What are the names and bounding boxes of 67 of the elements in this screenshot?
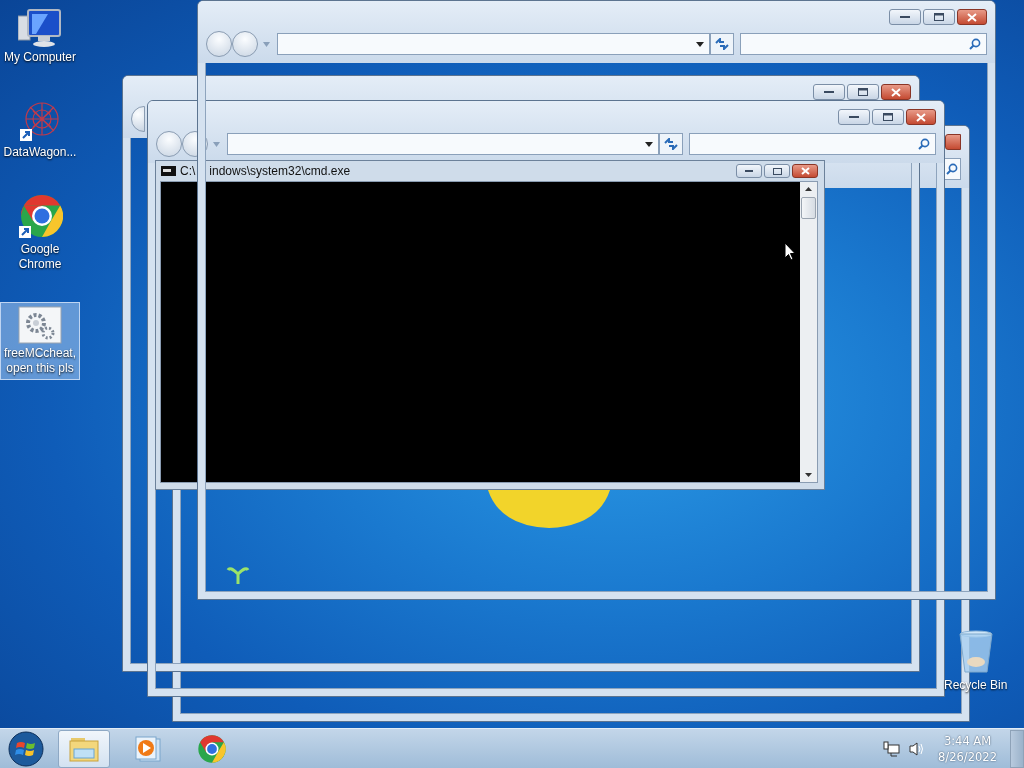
maximize-icon bbox=[858, 88, 868, 96]
maximize-button[interactable] bbox=[872, 109, 904, 125]
close-icon bbox=[891, 87, 901, 97]
refresh-button[interactable] bbox=[710, 33, 734, 55]
maximize-icon bbox=[934, 13, 944, 21]
close-icon bbox=[800, 167, 810, 175]
maximize-button[interactable] bbox=[847, 84, 879, 100]
desktop-shortcut[interactable]: Google Chrome bbox=[0, 190, 80, 276]
console-icon bbox=[161, 166, 176, 176]
search-icon bbox=[918, 138, 930, 150]
minimize-icon bbox=[900, 15, 910, 19]
minimize-button[interactable] bbox=[736, 164, 762, 178]
maximize-button[interactable] bbox=[923, 9, 955, 25]
desktop-icon-label: My Computer bbox=[4, 50, 76, 65]
network-icon[interactable] bbox=[883, 740, 901, 757]
desktop-icon-label: freeMCcheat, open this pls bbox=[3, 346, 77, 376]
close-button[interactable] bbox=[957, 9, 987, 25]
minimize-button[interactable] bbox=[889, 9, 921, 25]
close-button[interactable] bbox=[906, 109, 936, 125]
close-icon bbox=[916, 112, 926, 122]
start-button[interactable] bbox=[6, 729, 46, 768]
minimize-button[interactable] bbox=[838, 109, 870, 125]
close-icon bbox=[967, 12, 977, 22]
desktop-icon-label: Google Chrome bbox=[17, 242, 63, 272]
search-icon bbox=[969, 38, 981, 50]
folder-icon bbox=[69, 735, 99, 762]
dropdown-arrow-icon[interactable] bbox=[645, 141, 653, 147]
scroll-down-icon[interactable] bbox=[805, 473, 812, 477]
computer-icon bbox=[18, 8, 62, 48]
refresh-icon bbox=[715, 38, 729, 50]
refresh-button[interactable] bbox=[659, 133, 683, 155]
back-button[interactable] bbox=[131, 106, 145, 132]
network-graph-icon bbox=[18, 99, 62, 143]
search-icon bbox=[946, 163, 958, 175]
window-title: indows\system32\cmd.exe bbox=[209, 164, 351, 178]
maximize-icon bbox=[772, 167, 782, 175]
play-icon bbox=[135, 735, 161, 762]
address-field[interactable] bbox=[277, 33, 710, 55]
minimize-icon bbox=[849, 115, 859, 119]
maximize-button[interactable] bbox=[764, 164, 790, 178]
mouse-pointer-icon bbox=[784, 242, 796, 261]
search-field[interactable] bbox=[689, 133, 936, 155]
minimize-button[interactable] bbox=[813, 84, 845, 100]
maximize-icon bbox=[883, 113, 893, 121]
scrollbar-thumb[interactable] bbox=[801, 197, 816, 219]
close-button[interactable] bbox=[792, 164, 818, 178]
volume-icon[interactable] bbox=[909, 741, 926, 756]
desktop-icon-label: DataWagon... bbox=[3, 145, 77, 160]
time-text: 3:44 AM bbox=[943, 732, 992, 749]
sprout-drawing bbox=[226, 564, 250, 584]
desktop-shortcut[interactable]: My Computer bbox=[0, 4, 80, 69]
date-text: 8/26/2022 bbox=[938, 748, 997, 765]
address-field[interactable] bbox=[227, 133, 659, 155]
gears-icon bbox=[18, 306, 62, 344]
recycle-bin-icon bbox=[958, 630, 993, 674]
window-title: C:\ bbox=[180, 164, 196, 178]
dropdown-arrow-icon[interactable] bbox=[696, 41, 704, 47]
scrollbar[interactable] bbox=[800, 182, 817, 482]
chrome-icon bbox=[17, 194, 63, 240]
close-button[interactable] bbox=[881, 84, 911, 100]
close-button[interactable] bbox=[945, 134, 961, 150]
search-field[interactable] bbox=[740, 33, 987, 55]
refresh-icon bbox=[664, 138, 678, 150]
desktop-shortcut[interactable]: DataWagon... bbox=[0, 95, 80, 164]
chrome-icon bbox=[197, 733, 227, 764]
minimize-icon bbox=[745, 169, 753, 173]
minimize-icon bbox=[824, 90, 834, 94]
